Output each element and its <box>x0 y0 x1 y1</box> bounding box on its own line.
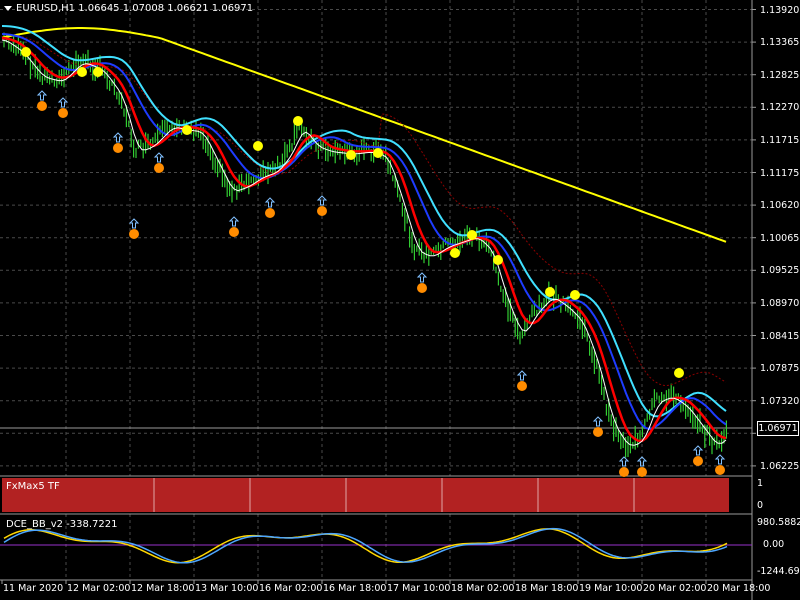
up-arrow-icon <box>714 454 726 465</box>
signal-yellow-dot <box>346 150 356 160</box>
up-arrow-icon <box>416 272 428 283</box>
signal-yellow-dot <box>373 148 383 158</box>
signal-orange-dot <box>619 467 629 477</box>
signal-orange-dot <box>637 467 647 477</box>
time-label: 19 Mar 10:00 <box>579 583 643 594</box>
symbol-info[interactable]: EURUSD,H1 1.06645 1.07008 1.06621 1.0697… <box>4 3 253 14</box>
price-label: 1.12825 <box>760 69 800 81</box>
signal-yellow-dot <box>467 230 477 240</box>
signal-orange-dot <box>154 163 164 173</box>
ma-yellow <box>1 27 727 243</box>
dce-label: DCE_BB_v2 -338.7221 <box>6 519 118 530</box>
time-label: 18 Mar 02:00 <box>451 583 515 594</box>
time-label: 13 Mar 10:00 <box>195 583 259 594</box>
chart-canvas[interactable] <box>0 0 800 600</box>
price-label: 1.08970 <box>760 297 800 309</box>
signal-yellow-dot <box>182 125 192 135</box>
up-arrow-icon <box>618 456 630 467</box>
up-arrow-icon <box>516 370 528 381</box>
ma-white <box>1 39 727 446</box>
signal-orange-dot <box>715 465 725 475</box>
signal-yellow-dot <box>293 116 303 126</box>
signal-yellow-dot <box>450 248 460 258</box>
price-label: 1.08415 <box>760 330 800 342</box>
dce-axis-min: -1244.695 <box>757 566 800 577</box>
price-label: 1.07875 <box>760 363 800 375</box>
moving-averages <box>1 25 727 446</box>
symbol-info-text: EURUSD,H1 1.06645 1.07008 1.06621 1.0697… <box>16 3 254 14</box>
ma-cyan <box>1 25 727 418</box>
signal-orange-dot <box>517 381 527 391</box>
signal-yellow-dot <box>545 287 555 297</box>
up-arrow-icon <box>112 132 124 143</box>
signal-orange-dot <box>317 206 327 216</box>
time-label: 20 Mar 18:00 <box>707 583 771 594</box>
ma-red <box>1 36 727 443</box>
up-arrow-icon <box>153 152 165 163</box>
up-arrow-icon <box>57 97 69 108</box>
fxmax-axis-1: 1 <box>757 478 764 489</box>
signal-yellow-dot <box>674 368 684 378</box>
up-arrow-icon <box>264 197 276 208</box>
dce-axis-max: 980.5882 <box>757 517 800 528</box>
signal-orange-dot <box>113 143 123 153</box>
price-label: 1.12270 <box>760 102 800 114</box>
signal-yellow-dot <box>93 67 103 77</box>
signal-orange-dot <box>37 101 47 111</box>
time-label: 12 Mar 18:00 <box>131 583 195 594</box>
price-label: 1.13365 <box>760 37 800 49</box>
ma-darkred-dotted <box>1 33 727 387</box>
price-label: 1.10620 <box>760 200 800 212</box>
signal-orange-dot <box>593 427 603 437</box>
signal-orange-dot <box>58 108 68 118</box>
signal-orange-dot <box>693 456 703 466</box>
up-arrow-icon <box>128 218 140 229</box>
up-arrow-icon <box>36 90 48 101</box>
signal-yellow-dot <box>77 67 87 77</box>
time-label: 16 Mar 18:00 <box>323 583 387 594</box>
fxmax-label: FxMax5 TF <box>6 481 60 492</box>
time-label: 17 Mar 10:00 <box>387 583 451 594</box>
signal-orange-dot <box>229 227 239 237</box>
signal-orange-dot <box>265 208 275 218</box>
signal-yellow-dot <box>570 290 580 300</box>
price-label: 1.11175 <box>760 167 800 179</box>
price-label: 1.10065 <box>760 232 800 244</box>
time-label: 18 Mar 18:00 <box>515 583 579 594</box>
candles <box>3 32 728 458</box>
fxmax-axis-0: 0 <box>757 500 764 511</box>
up-arrow-icon <box>692 445 704 456</box>
dce-blue-line <box>3 527 728 564</box>
signal-orange-dot <box>417 283 427 293</box>
price-label: 1.11715 <box>760 134 800 146</box>
price-label: 1.13920 <box>760 4 800 16</box>
signal-yellow-dot <box>21 47 31 57</box>
up-arrow-icon <box>228 216 240 227</box>
signal-yellow-dot <box>253 141 263 151</box>
time-label: 16 Mar 02:00 <box>259 583 323 594</box>
signal-yellow-dot <box>493 255 503 265</box>
time-label: 12 Mar 02:00 <box>67 583 131 594</box>
signal-orange-dot <box>129 229 139 239</box>
dce-axis-zero: 0.00 <box>763 539 785 550</box>
up-arrow-icon <box>592 416 604 427</box>
fxmax-bar <box>2 478 729 512</box>
time-label: 11 Mar 2020 <box>3 583 64 594</box>
dce-lines <box>3 527 728 564</box>
ma-blue <box>1 33 727 431</box>
time-label: 20 Mar 02:00 <box>643 583 707 594</box>
price-label: 1.07320 <box>760 395 800 407</box>
price-label: 1.09525 <box>760 265 800 277</box>
symbol-dropdown-icon[interactable] <box>4 5 12 11</box>
price-label: 1.06225 <box>760 460 800 472</box>
current-price-label: 1.06971 <box>757 421 799 436</box>
